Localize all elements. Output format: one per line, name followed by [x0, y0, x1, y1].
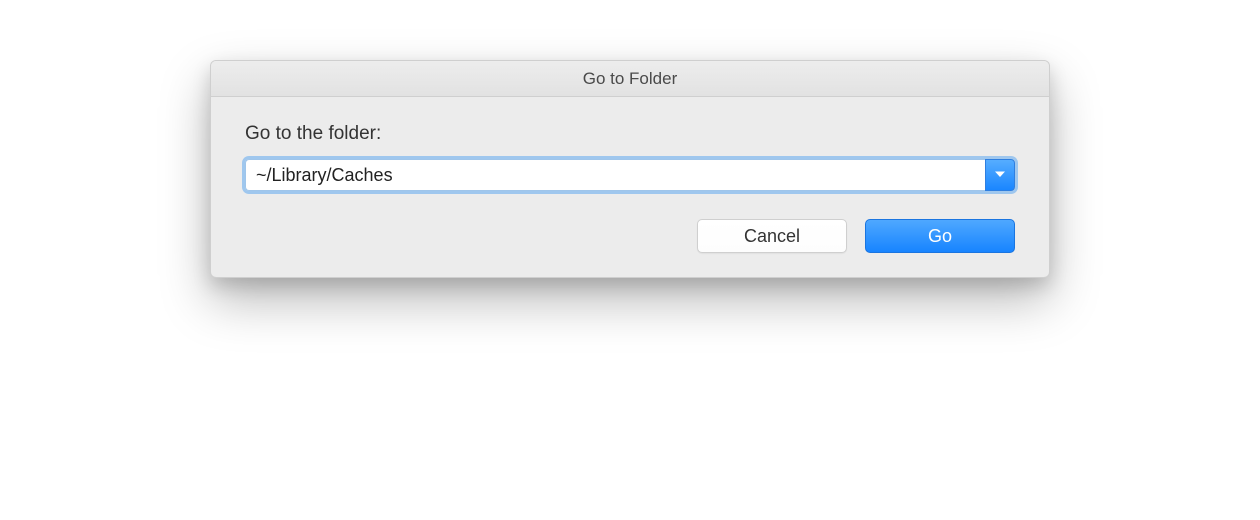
go-button[interactable]: Go: [865, 219, 1015, 253]
folder-path-combobox: [245, 159, 1015, 191]
dialog-content: Go to the folder: Cancel Go: [211, 97, 1049, 277]
dialog-titlebar: Go to Folder: [211, 61, 1049, 97]
cancel-button[interactable]: Cancel: [697, 219, 847, 253]
go-to-folder-dialog: Go to Folder Go to the folder: Cancel Go: [210, 60, 1050, 278]
dialog-title: Go to Folder: [583, 69, 678, 89]
folder-path-label: Go to the folder:: [245, 123, 1015, 145]
button-row: Cancel Go: [245, 219, 1015, 253]
dropdown-toggle-button[interactable]: [985, 159, 1015, 191]
chevron-down-icon: [994, 166, 1006, 184]
folder-path-input[interactable]: [245, 159, 985, 191]
